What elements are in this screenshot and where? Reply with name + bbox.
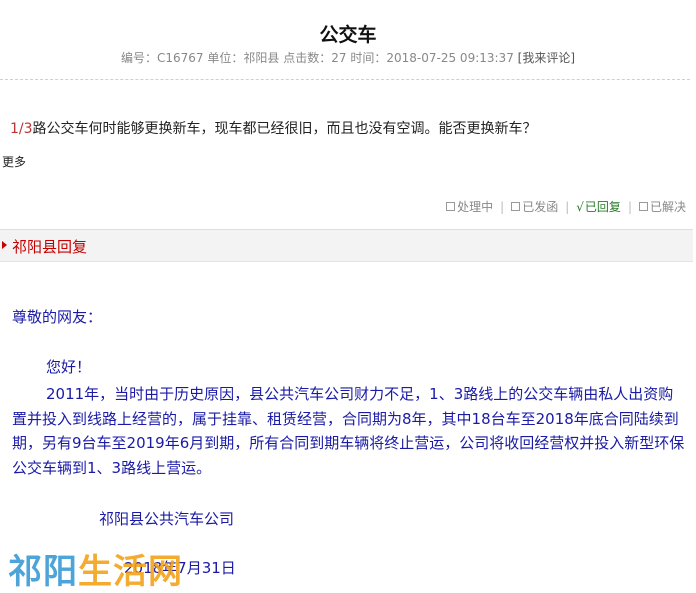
reply-header-title: 祁阳县回复 bbox=[12, 238, 88, 256]
checkbox-empty-icon bbox=[511, 202, 521, 211]
status-separator: | bbox=[565, 200, 570, 214]
status-separator: | bbox=[500, 200, 505, 214]
reply-greeting: 您好！ bbox=[46, 358, 92, 376]
watermark-part-1: 祁阳 bbox=[8, 552, 78, 592]
id-value: C16767 bbox=[156, 51, 204, 65]
status-resolved: 已解决 bbox=[638, 198, 686, 215]
status-separator: | bbox=[627, 200, 632, 214]
clicks-label: 点击数： bbox=[283, 51, 332, 65]
unit-label: 单位： bbox=[207, 51, 244, 65]
question-route-number: 1/3 bbox=[10, 121, 33, 137]
comment-link[interactable]: [我来评论] bbox=[518, 51, 575, 65]
clicks-value: 27 bbox=[331, 51, 347, 65]
checkbox-empty-icon bbox=[446, 202, 456, 211]
status-bar: 处理中 | 已发函 | √已回复 | 已解决 bbox=[446, 198, 686, 215]
question-body: 路公交车何时能够更换新车，现车都已经很旧，而且也没有空调。能否更换新车？ bbox=[32, 121, 537, 137]
status-letter-sent: 已发函 bbox=[511, 198, 558, 215]
reply-header: 祁阳县回复 bbox=[0, 229, 693, 262]
watermark-part-2: 生活网 bbox=[78, 552, 183, 592]
id-label: 编号： bbox=[120, 51, 157, 65]
arrow-bullet-icon bbox=[2, 241, 7, 249]
article-meta: 编号：C16767 单位：祁阳县 点击数：27 时间：2018-07-25 09… bbox=[0, 49, 696, 66]
time-value: 2018-07-25 09:13:37 bbox=[386, 51, 514, 65]
reply-salutation: 尊敬的网友： bbox=[12, 308, 103, 326]
divider bbox=[0, 79, 690, 80]
time-label: 时间： bbox=[350, 51, 387, 65]
check-icon: √ bbox=[576, 200, 584, 214]
status-replied: √已回复 bbox=[576, 200, 621, 214]
page-title: 公交车 bbox=[319, 24, 377, 46]
question-text: 1/3路公交车何时能够更换新车，现车都已经很旧，而且也没有空调。能否更换新车？ bbox=[10, 118, 537, 138]
site-watermark-logo: 祁阳生活网 bbox=[8, 544, 183, 593]
reply-paragraph: 2011年，当时由于历史原因，县公共汽车公司财力不足，1、3路线上的公交车辆由私… bbox=[12, 385, 685, 477]
checkbox-empty-icon bbox=[638, 202, 648, 211]
reply-signature: 祁阳县公共汽车公司 bbox=[99, 510, 235, 528]
status-processing: 处理中 bbox=[446, 198, 493, 215]
more-link[interactable]: 更多 bbox=[2, 153, 26, 170]
unit-value: 祁阳县 bbox=[243, 51, 280, 65]
